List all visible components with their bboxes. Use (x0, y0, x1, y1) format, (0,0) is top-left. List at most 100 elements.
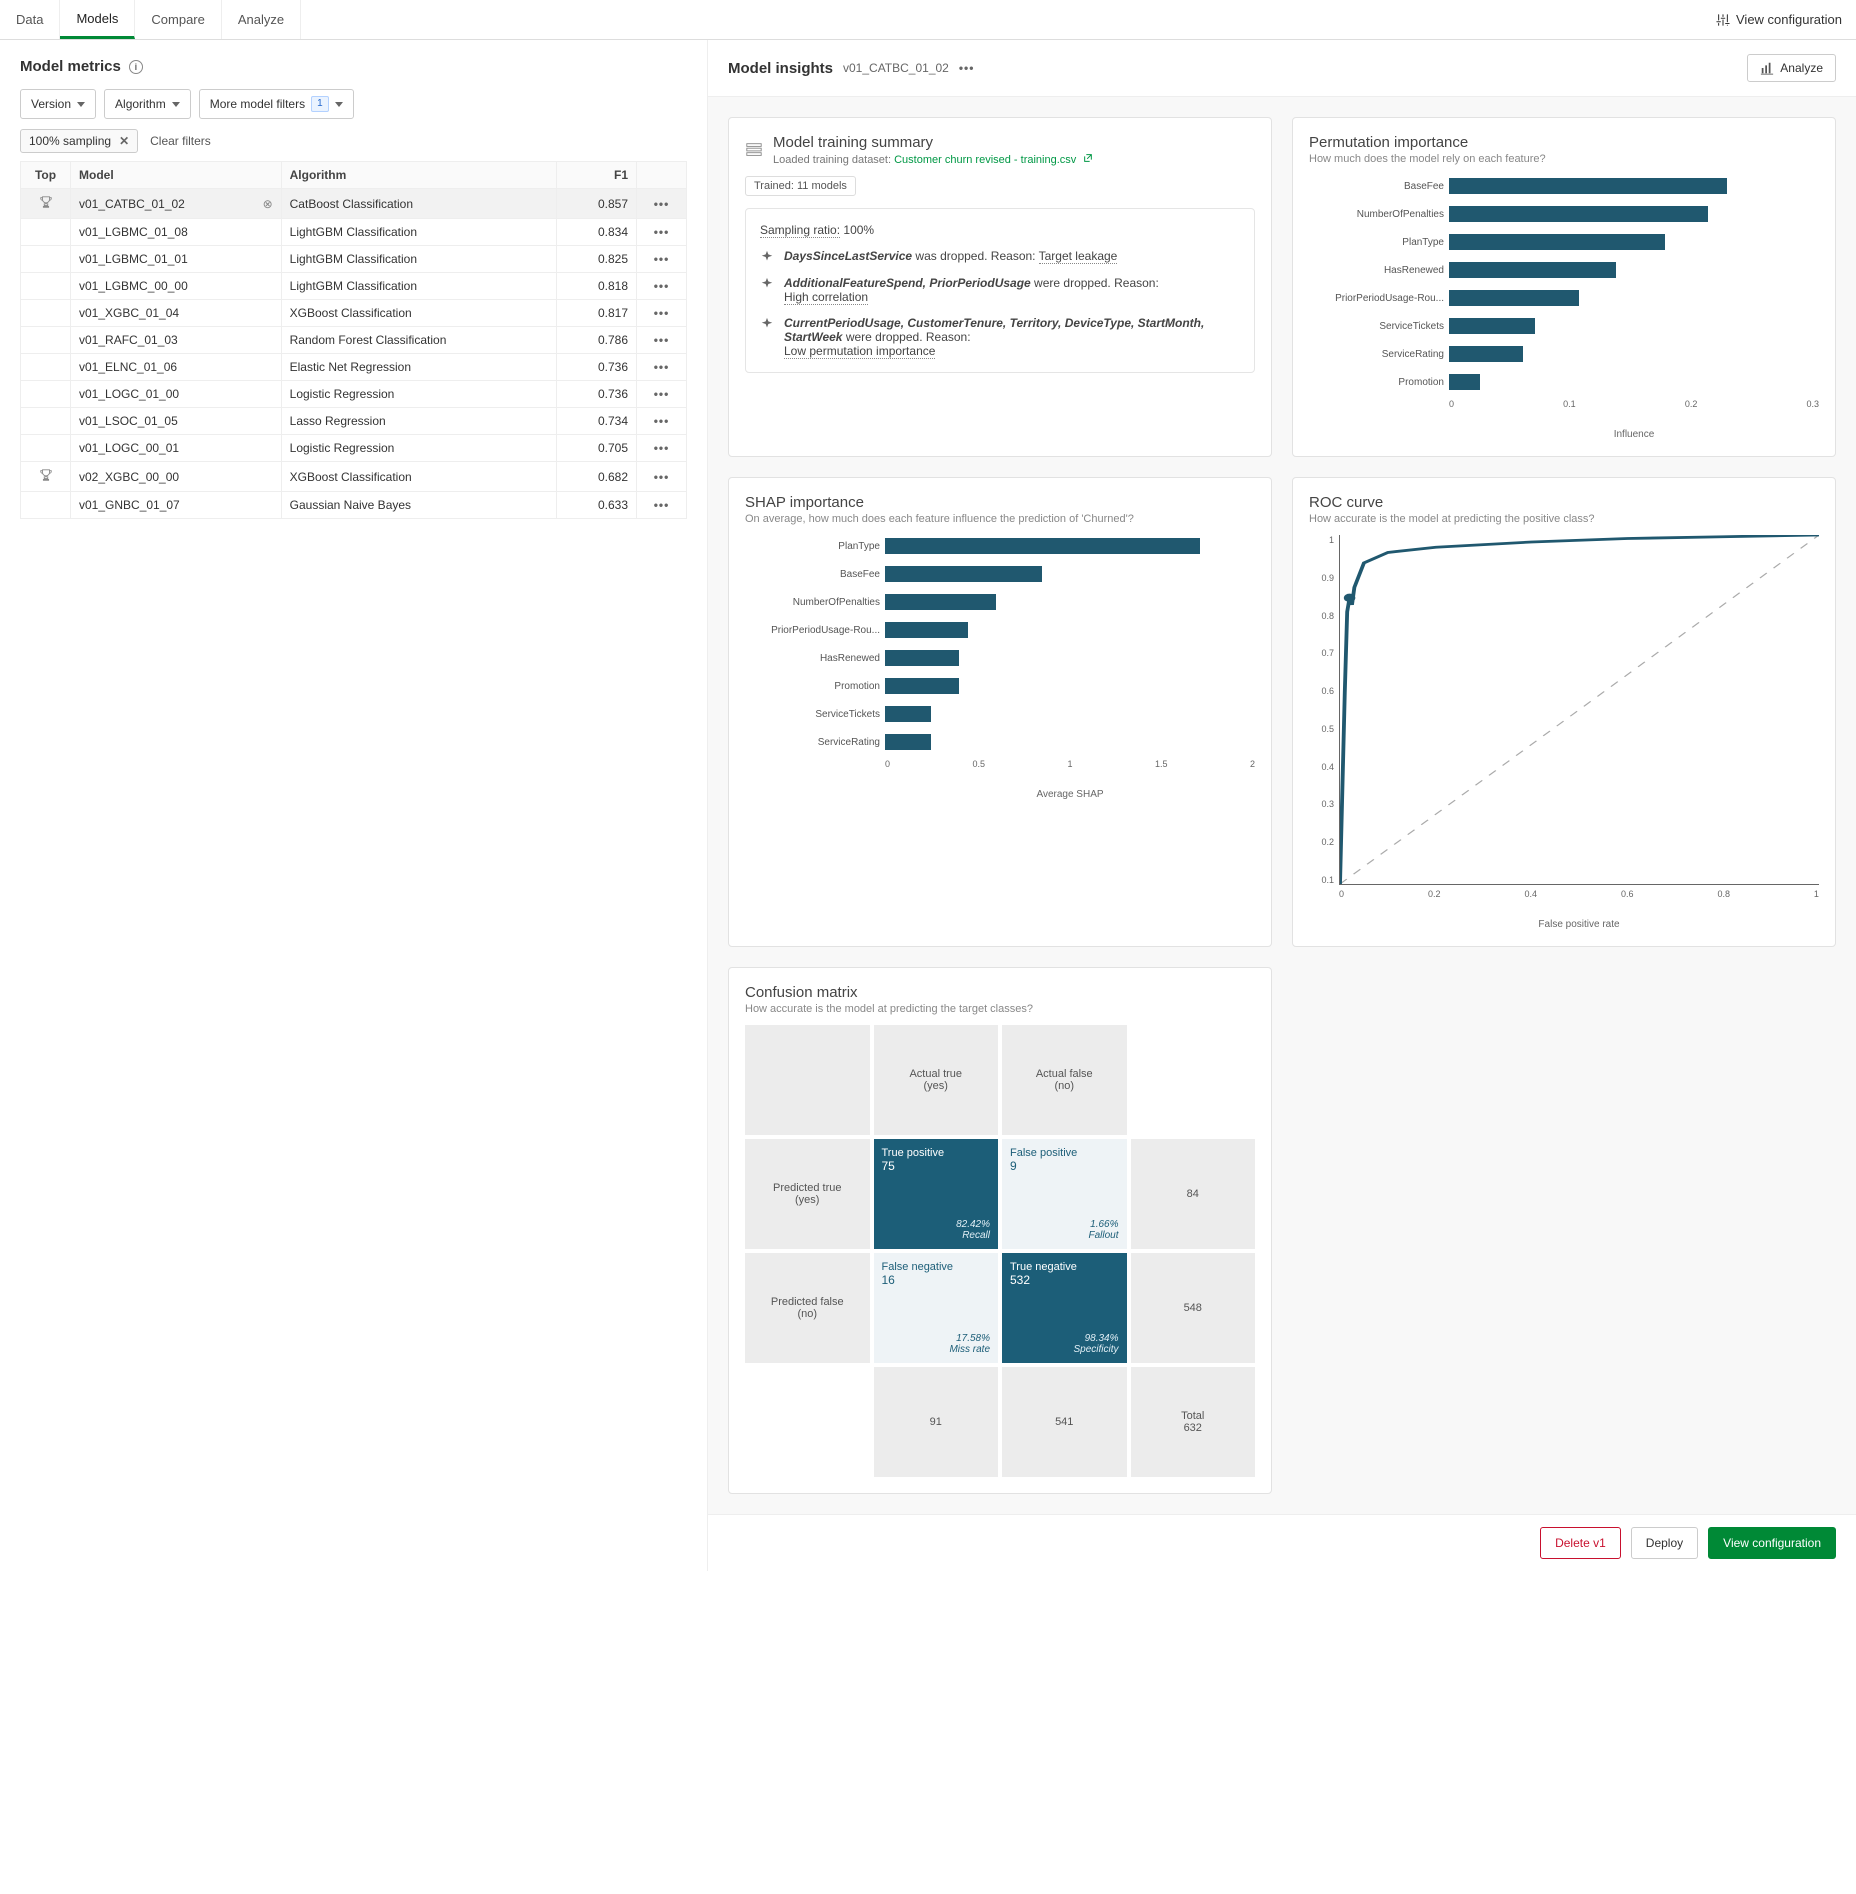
algorithm-cell: CatBoost Classification (281, 189, 556, 219)
models-table: TopModelAlgorithmF1 v01_CATBC_01_02 ⊗Cat… (20, 161, 687, 519)
deselect-icon[interactable]: ⊗ (263, 197, 273, 211)
permutation-card: Permutation importance How much does the… (1292, 117, 1836, 457)
table-row[interactable]: v01_ELNC_01_06Elastic Net Regression0.73… (21, 354, 687, 381)
algorithm-cell: Random Forest Classification (281, 327, 556, 354)
table-row[interactable]: v01_LGBMC_01_08LightGBM Classification0.… (21, 219, 687, 246)
table-row[interactable]: v01_GNBC_01_07Gaussian Naive Bayes0.633•… (21, 492, 687, 519)
version-filter[interactable]: Version (20, 89, 96, 119)
f1-cell: 0.736 (557, 354, 637, 381)
bar-fill (885, 706, 931, 722)
bar-fill (1449, 262, 1616, 278)
model-name-cell: v01_LGBMC_00_00 (71, 273, 282, 300)
row-fn-total: 548 (1131, 1253, 1256, 1363)
row-actions-icon[interactable]: ••• (654, 360, 670, 374)
table-header[interactable]: Model (71, 162, 282, 189)
model-metrics-title: Model metrics (20, 58, 121, 75)
more-filters[interactable]: More model filters 1 (199, 89, 354, 119)
f1-cell: 0.786 (557, 327, 637, 354)
table-row[interactable]: v01_RAFC_01_03Random Forest Classificati… (21, 327, 687, 354)
bar-label: NumberOfPenalties (1309, 209, 1444, 220)
table-row[interactable]: v01_LGBMC_00_00LightGBM Classification0.… (21, 273, 687, 300)
bar-fill (885, 734, 931, 750)
table-row[interactable]: v01_XGBC_01_04XGBoost Classification0.81… (21, 300, 687, 327)
predicted-false-header: Predicted false (no) (745, 1253, 870, 1363)
dataset-link[interactable]: Customer churn revised - training.csv (894, 154, 1076, 166)
true-negative-cell: True negative 532 98.34%Specificity (1002, 1253, 1127, 1363)
info-icon[interactable]: i (129, 60, 143, 74)
row-actions-icon[interactable]: ••• (654, 470, 670, 484)
row-actions-icon[interactable]: ••• (654, 279, 670, 293)
algorithm-cell: XGBoost Classification (281, 300, 556, 327)
row-actions-icon[interactable]: ••• (654, 197, 670, 211)
sparkle-icon (760, 317, 774, 331)
bar-label: Promotion (1309, 377, 1444, 388)
bar-fill (885, 622, 968, 638)
row-actions-icon[interactable]: ••• (654, 333, 670, 347)
algorithm-filter[interactable]: Algorithm (104, 89, 191, 119)
table-header[interactable]: F1 (557, 162, 637, 189)
delete-button[interactable]: Delete v1 (1540, 1527, 1621, 1559)
table-row[interactable]: v01_LOGC_00_01Logistic Regression0.705••… (21, 435, 687, 462)
table-row[interactable]: v01_LGBMC_01_01LightGBM Classification0.… (21, 246, 687, 273)
table-row[interactable]: v01_CATBC_01_02 ⊗CatBoost Classification… (21, 189, 687, 219)
tab-models[interactable]: Models (60, 0, 135, 39)
bar-fill (1449, 318, 1535, 334)
chevron-down-icon (172, 102, 180, 107)
analyze-button[interactable]: Analyze (1747, 54, 1836, 82)
row-actions-icon[interactable]: ••• (654, 306, 670, 320)
bar-label: Promotion (745, 681, 880, 692)
row-actions-icon[interactable]: ••• (654, 252, 670, 266)
row-actions-icon[interactable]: ••• (654, 225, 670, 239)
bar-fill (885, 650, 959, 666)
table-row[interactable]: v02_XGBC_00_00XGBoost Classification0.68… (21, 462, 687, 492)
tab-compare[interactable]: Compare (135, 0, 221, 39)
table-header[interactable]: Top (21, 162, 71, 189)
bar-label: NumberOfPenalties (745, 597, 880, 608)
f1-cell: 0.825 (557, 246, 637, 273)
row-tp-total: 84 (1131, 1139, 1256, 1249)
grand-total: Total632 (1131, 1367, 1256, 1477)
bar-fill (885, 538, 1200, 554)
row-actions-icon[interactable]: ••• (654, 441, 670, 455)
model-name-cell: v01_LOGC_01_00 (71, 381, 282, 408)
view-configuration-button[interactable]: View configuration (1708, 1527, 1836, 1559)
algorithm-cell: Logistic Regression (281, 381, 556, 408)
permutation-chart: BaseFeeNumberOfPenaltiesPlanTypeHasRenew… (1309, 175, 1819, 393)
tab-analyze[interactable]: Analyze (222, 0, 301, 39)
model-name-cell: v01_LSOC_01_05 (71, 408, 282, 435)
tab-data[interactable]: Data (0, 0, 60, 39)
trophy-icon (21, 462, 71, 492)
actual-true-header: Actual true (yes) (874, 1025, 999, 1135)
model-name-cell: v01_LOGC_00_01 (71, 435, 282, 462)
true-positive-cell: True positive 75 82.42%Recall (874, 1139, 999, 1249)
row-actions-icon[interactable]: ••• (654, 498, 670, 512)
bar-label: PlanType (1309, 237, 1444, 248)
bar-label: HasRenewed (745, 653, 880, 664)
sampling-chip: 100% sampling ✕ (20, 129, 138, 153)
clear-filters-link[interactable]: Clear filters (150, 134, 211, 148)
table-row[interactable]: v01_LSOC_01_05Lasso Regression0.734••• (21, 408, 687, 435)
false-positive-cell: False positive 9 1.66%Fallout (1002, 1139, 1127, 1249)
bar-fill (1449, 290, 1579, 306)
bar-fill (1449, 178, 1727, 194)
chevron-down-icon (77, 102, 85, 107)
footer-bar: Delete v1 Deploy View configuration (708, 1514, 1856, 1571)
row-actions-icon[interactable]: ••• (654, 387, 670, 401)
table-row[interactable]: v01_LOGC_01_00Logistic Regression0.736 ••… (21, 381, 687, 408)
table-header[interactable] (637, 162, 687, 189)
algorithm-cell: XGBoost Classification (281, 462, 556, 492)
table-header[interactable]: Algorithm (281, 162, 556, 189)
deploy-button[interactable]: Deploy (1631, 1527, 1698, 1559)
algorithm-cell: Elastic Net Regression (281, 354, 556, 381)
row-actions-icon[interactable]: ••• (654, 414, 670, 428)
bar-label: ServiceRating (1309, 349, 1444, 360)
view-config-top-button[interactable]: View configuration (1702, 12, 1856, 27)
chip-remove-icon[interactable]: ✕ (119, 134, 129, 148)
f1-cell: 0.682 (557, 462, 637, 492)
more-actions-icon[interactable]: ••• (959, 61, 975, 75)
f1-cell: 0.736 (557, 381, 637, 408)
chevron-down-icon (335, 102, 343, 107)
bar-label: HasRenewed (1309, 265, 1444, 276)
algorithm-cell: LightGBM Classification (281, 219, 556, 246)
bar-fill (1449, 234, 1665, 250)
